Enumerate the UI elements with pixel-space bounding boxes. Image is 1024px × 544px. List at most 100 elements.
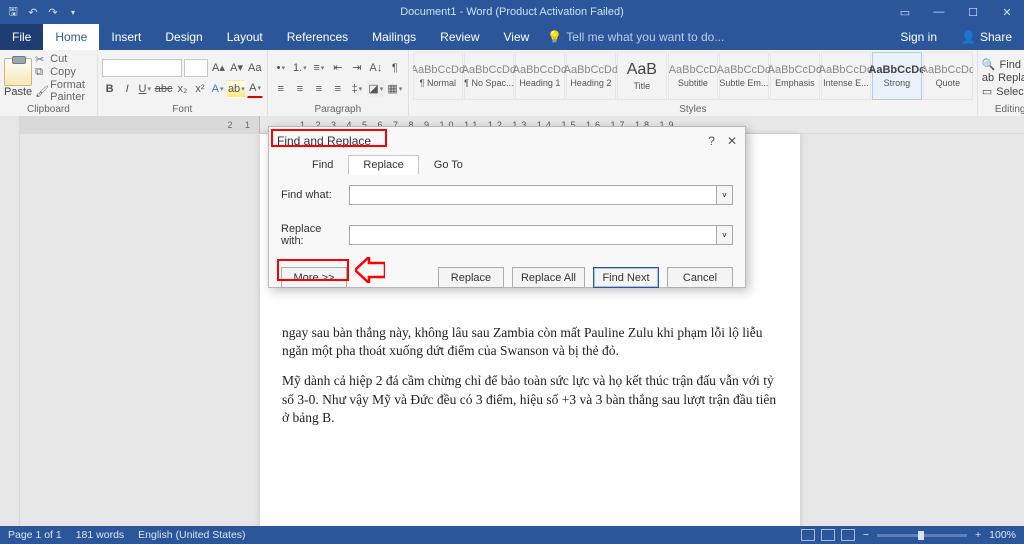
tab-design[interactable]: Design: [153, 24, 214, 50]
style-chip[interactable]: AaBbCcDd¶ Normal: [413, 52, 463, 100]
font-size-combo[interactable]: [184, 59, 208, 77]
tab-file[interactable]: File: [0, 24, 43, 50]
ribbon: Paste ✂Cut ⧉Copy 🖌Format Painter Clipboa…: [0, 50, 1024, 118]
qat-customize-icon[interactable]: ▾: [66, 5, 80, 19]
web-layout-icon[interactable]: [841, 529, 855, 541]
show-marks-button[interactable]: ¶: [386, 59, 404, 77]
align-center-button[interactable]: ≡: [291, 80, 309, 98]
style-chip[interactable]: AaBTitle: [617, 52, 667, 100]
find-what-input[interactable]: [349, 185, 717, 205]
ribbon-options-icon[interactable]: ▭: [888, 0, 922, 24]
text-effects-button[interactable]: A: [210, 80, 226, 98]
grow-font-button[interactable]: A▴: [210, 59, 226, 77]
help-icon[interactable]: ?: [708, 134, 715, 148]
italic-button[interactable]: I: [119, 80, 135, 98]
tab-mailings[interactable]: Mailings: [360, 24, 428, 50]
cut-button[interactable]: ✂Cut: [35, 53, 93, 65]
replace-action-button[interactable]: Replace: [438, 267, 504, 288]
share-icon: 👤: [961, 30, 976, 44]
superscript-button[interactable]: x²: [192, 80, 208, 98]
ribbon-tabs: File Home Insert Design Layout Reference…: [0, 24, 1024, 50]
strikethrough-button[interactable]: abc: [155, 80, 173, 98]
align-right-button[interactable]: ≡: [310, 80, 328, 98]
sign-in-link[interactable]: Sign in: [888, 30, 949, 44]
subscript-button[interactable]: x₂: [175, 80, 191, 98]
zoom-in-button[interactable]: +: [975, 529, 981, 541]
maximize-button[interactable]: ☐: [956, 0, 990, 24]
replace-all-button[interactable]: Replace All: [512, 267, 585, 288]
tab-layout[interactable]: Layout: [215, 24, 275, 50]
tab-review[interactable]: Review: [428, 24, 491, 50]
shrink-font-button[interactable]: A▾: [229, 59, 245, 77]
sort-button[interactable]: A↓: [367, 59, 385, 77]
more-button[interactable]: More >>: [281, 267, 347, 288]
select-button[interactable]: ▭Select▾: [982, 85, 1024, 98]
multilevel-button[interactable]: ≡: [310, 59, 328, 77]
style-chip[interactable]: AaBbCcDdQuote: [923, 52, 973, 100]
format-painter-button[interactable]: 🖌Format Painter: [35, 79, 93, 103]
save-icon[interactable]: 🖫: [6, 5, 20, 19]
align-left-button[interactable]: ≡: [272, 80, 290, 98]
zoom-slider[interactable]: [877, 534, 967, 537]
tab-goto-dlg[interactable]: Go To: [419, 155, 478, 175]
find-button[interactable]: 🔍Find▾: [982, 58, 1024, 71]
find-dropdown[interactable]: ˅: [717, 185, 733, 205]
replace-dropdown[interactable]: ˅: [717, 225, 733, 245]
cancel-button[interactable]: Cancel: [667, 267, 733, 288]
tab-view[interactable]: View: [492, 24, 542, 50]
style-chip[interactable]: AaBbCcDSubtitle: [668, 52, 718, 100]
shading-button[interactable]: ◪: [367, 80, 385, 98]
style-chip[interactable]: AaBbCcDdEmphasis: [770, 52, 820, 100]
borders-button[interactable]: ▦: [386, 80, 404, 98]
print-layout-icon[interactable]: [821, 529, 835, 541]
replace-button[interactable]: abReplace: [982, 72, 1024, 84]
tab-home[interactable]: Home: [43, 24, 99, 50]
change-case-button[interactable]: Aa: [247, 59, 263, 77]
numbering-button[interactable]: 1.: [291, 59, 309, 77]
minimize-button[interactable]: —: [922, 0, 956, 24]
justify-button[interactable]: ≡: [329, 80, 347, 98]
close-button[interactable]: ✕: [990, 0, 1024, 24]
redo-icon[interactable]: ↷: [46, 5, 60, 19]
status-language[interactable]: English (United States): [138, 529, 245, 541]
brush-icon: 🖌: [35, 85, 47, 97]
highlight-button[interactable]: ab: [227, 80, 245, 98]
close-icon[interactable]: ✕: [727, 134, 737, 148]
tab-insert[interactable]: Insert: [99, 24, 153, 50]
decrease-indent-button[interactable]: ⇤: [329, 59, 347, 77]
tab-replace-dlg[interactable]: Replace: [348, 155, 418, 175]
underline-button[interactable]: U: [137, 80, 153, 98]
bullets-button[interactable]: •: [272, 59, 290, 77]
status-words[interactable]: 181 words: [76, 529, 124, 541]
line-spacing-button[interactable]: ‡: [348, 80, 366, 98]
font-family-combo[interactable]: [102, 59, 183, 77]
bold-button[interactable]: B: [102, 80, 118, 98]
style-chip[interactable]: AaBbCcDdHeading 1: [515, 52, 565, 100]
styles-gallery[interactable]: AaBbCcDd¶ NormalAaBbCcDd¶ No Spac...AaBb…: [413, 52, 973, 100]
style-chip[interactable]: AaBbCcDdIntense E...: [821, 52, 871, 100]
zoom-out-button[interactable]: −: [863, 529, 869, 541]
style-chip[interactable]: AaBbCcDdHeading 2: [566, 52, 616, 100]
style-chip[interactable]: AaBbCcDd¶ No Spac...: [464, 52, 514, 100]
dialog-titlebar[interactable]: Find and Replace ? ✕: [269, 127, 745, 155]
increase-indent-button[interactable]: ⇥: [348, 59, 366, 77]
read-mode-icon[interactable]: [801, 529, 815, 541]
zoom-level[interactable]: 100%: [989, 529, 1016, 541]
undo-icon[interactable]: ↶: [26, 5, 40, 19]
paragraph-text[interactable]: ngay sau bàn thắng này, không lâu sau Za…: [282, 324, 778, 360]
status-page[interactable]: Page 1 of 1: [8, 529, 62, 541]
tab-find-dlg[interactable]: Find: [297, 155, 348, 175]
tab-references[interactable]: References: [275, 24, 360, 50]
font-color-button[interactable]: A: [247, 80, 263, 98]
paste-button[interactable]: Paste: [4, 58, 32, 98]
find-next-button[interactable]: Find Next: [593, 267, 659, 288]
tell-me-search[interactable]: 💡 Tell me what you want to do...: [547, 24, 724, 50]
style-chip[interactable]: AaBbCcDcStrong: [872, 52, 922, 100]
style-chip[interactable]: AaBbCcDdSubtle Em...: [719, 52, 769, 100]
copy-button[interactable]: ⧉Copy: [35, 66, 93, 78]
share-button[interactable]: 👤Share: [949, 30, 1024, 44]
group-label-font: Font: [102, 104, 263, 116]
replace-with-input[interactable]: [349, 225, 717, 245]
document-area[interactable]: 2 1 1 2 3 4 5 6 7 8 9 10 11 12 13 14 15 …: [20, 116, 1024, 526]
paragraph-text[interactable]: Mỹ dành cả hiệp 2 đá cầm chừng chỉ để bả…: [282, 372, 778, 427]
